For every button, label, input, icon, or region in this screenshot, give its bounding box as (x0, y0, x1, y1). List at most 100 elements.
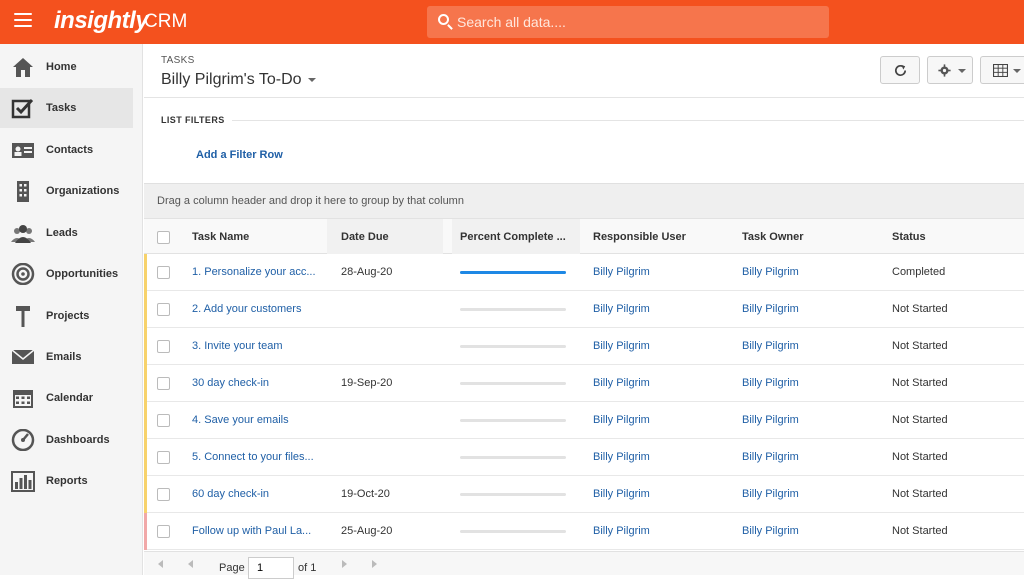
target-icon (11, 263, 35, 285)
previous-page-icon[interactable] (188, 560, 193, 568)
responsible-user-link[interactable]: Billy Pilgrim (593, 303, 650, 315)
select-all-checkbox[interactable] (157, 231, 170, 244)
table-row[interactable]: 3. Invite your team Billy Pilgrim Billy … (144, 328, 1024, 365)
global-search[interactable] (427, 6, 829, 38)
page-count: of 1 (298, 562, 317, 574)
column-header-task-name[interactable]: Task Name (192, 231, 249, 243)
column-header-status[interactable]: Status (892, 231, 926, 243)
table-row[interactable]: 5. Connect to your files... Billy Pilgri… (144, 439, 1024, 476)
task-name-link[interactable]: Follow up with Paul La... (192, 525, 317, 537)
table-row[interactable]: 60 day check-in 19-Oct-20 Billy Pilgrim … (144, 476, 1024, 513)
sidebar-item-label: Projects (46, 310, 90, 322)
row-checkbox[interactable] (157, 451, 170, 464)
sidebar-item-opportunities[interactable]: Opportunities (0, 254, 133, 294)
date-due: 25-Aug-20 (341, 525, 393, 537)
sidebar-nav: Home Tasks Contacts Organizations Leads … (0, 44, 143, 575)
table-row[interactable]: 2. Add your customers Billy Pilgrim Bill… (144, 291, 1024, 328)
row-checkbox[interactable] (157, 266, 170, 279)
column-header-date-due[interactable]: Date Due (341, 231, 389, 243)
task-owner-link[interactable]: Billy Pilgrim (742, 451, 799, 463)
responsible-user-link[interactable]: Billy Pilgrim (593, 414, 650, 426)
grid-view-icon (993, 64, 1008, 77)
page-number-input[interactable] (248, 557, 294, 579)
task-owner-link[interactable]: Billy Pilgrim (742, 303, 799, 315)
product-name: CRM (144, 11, 188, 32)
status-text: Not Started (892, 451, 948, 463)
settings-button[interactable] (927, 56, 973, 84)
responsible-user-link[interactable]: Billy Pilgrim (593, 451, 650, 463)
refresh-icon (894, 64, 907, 77)
sidebar-item-tasks[interactable]: Tasks (0, 88, 133, 128)
table-row[interactable]: 4. Save your emails Billy Pilgrim Billy … (144, 402, 1024, 439)
search-input[interactable] (457, 6, 817, 38)
table-row[interactable]: Follow up with Paul La... 25-Aug-20 Bill… (144, 513, 1024, 550)
task-owner-link[interactable]: Billy Pilgrim (742, 377, 799, 389)
date-due: 19-Sep-20 (341, 377, 393, 389)
date-due: 19-Oct-20 (341, 488, 390, 500)
last-page-icon[interactable] (372, 560, 377, 568)
task-name-link[interactable]: 2. Add your customers (192, 303, 317, 315)
sidebar-item-organizations[interactable]: Organizations (0, 171, 133, 211)
sidebar-item-calendar[interactable]: Calendar (0, 378, 133, 418)
building-icon (17, 181, 29, 202)
column-header-task-owner[interactable]: Task Owner (742, 231, 804, 243)
insightly-logo[interactable]: insightly (54, 7, 149, 35)
task-owner-link[interactable]: Billy Pilgrim (742, 266, 799, 278)
status-text: Not Started (892, 488, 948, 500)
sidebar-item-label: Leads (46, 227, 78, 239)
row-checkbox[interactable] (157, 488, 170, 501)
table-row[interactable]: 30 day check-in 19-Sep-20 Billy Pilgrim … (144, 365, 1024, 402)
sidebar-item-projects[interactable]: Projects (0, 296, 133, 336)
percent-complete-bar (460, 382, 566, 385)
table-row[interactable]: 1. Personalize your acc... 28-Aug-20 Bil… (144, 254, 1024, 291)
add-filter-row-link[interactable]: Add a Filter Row (196, 149, 283, 161)
row-checkbox[interactable] (157, 414, 170, 427)
next-page-icon[interactable] (342, 560, 347, 568)
row-checkbox[interactable] (157, 377, 170, 390)
task-name-link[interactable]: 4. Save your emails (192, 414, 317, 426)
task-name-link[interactable]: 60 day check-in (192, 488, 317, 500)
view-selector[interactable]: Billy Pilgrim's To-Do (161, 71, 316, 89)
row-checkbox[interactable] (157, 525, 170, 538)
first-page-icon[interactable] (158, 560, 163, 568)
task-owner-link[interactable]: Billy Pilgrim (742, 525, 799, 537)
sidebar-item-dashboards[interactable]: Dashboards (0, 420, 133, 460)
home-icon (13, 58, 33, 77)
task-name-link[interactable]: 5. Connect to your files... (192, 451, 317, 463)
column-header-percent-complete[interactable]: Percent Complete ... (460, 231, 566, 243)
sidebar-item-contacts[interactable]: Contacts (0, 130, 133, 170)
refresh-button[interactable] (880, 56, 920, 84)
row-checkbox[interactable] (157, 340, 170, 353)
responsible-user-link[interactable]: Billy Pilgrim (593, 488, 650, 500)
task-owner-link[interactable]: Billy Pilgrim (742, 488, 799, 500)
column-header-responsible-user[interactable]: Responsible User (593, 231, 686, 243)
sidebar-item-reports[interactable]: Reports (0, 461, 133, 501)
group-by-drop-zone[interactable]: Drag a column header and drop it here to… (144, 183, 1024, 218)
task-owner-link[interactable]: Billy Pilgrim (742, 414, 799, 426)
task-owner-link[interactable]: Billy Pilgrim (742, 340, 799, 352)
status-text: Not Started (892, 303, 948, 315)
responsible-user-link[interactable]: Billy Pilgrim (593, 525, 650, 537)
responsible-user-link[interactable]: Billy Pilgrim (593, 266, 650, 278)
row-accent (144, 439, 147, 476)
percent-complete-bar (460, 271, 566, 274)
hamburger-menu-icon[interactable] (14, 13, 32, 27)
sidebar-item-label: Contacts (46, 144, 94, 156)
row-accent (144, 513, 147, 550)
task-name-link[interactable]: 3. Invite your team (192, 340, 317, 352)
row-checkbox[interactable] (157, 303, 170, 316)
task-name-link[interactable]: 30 day check-in (192, 377, 317, 389)
responsible-user-link[interactable]: Billy Pilgrim (593, 340, 650, 352)
percent-complete-bar (460, 530, 566, 533)
sidebar-item-label: Organizations (46, 185, 120, 197)
task-name-link[interactable]: 1. Personalize your acc... (192, 266, 317, 278)
bar-chart-icon (11, 471, 35, 492)
sidebar-item-leads[interactable]: Leads (0, 213, 133, 253)
sidebar-item-emails[interactable]: Emails (0, 337, 133, 377)
responsible-user-link[interactable]: Billy Pilgrim (593, 377, 650, 389)
sidebar-item-home[interactable]: Home (0, 47, 133, 87)
filters-divider (232, 120, 1024, 121)
calendar-icon (13, 390, 33, 408)
view-options-button[interactable] (980, 56, 1024, 84)
pager: Page of 1 (144, 551, 1024, 579)
